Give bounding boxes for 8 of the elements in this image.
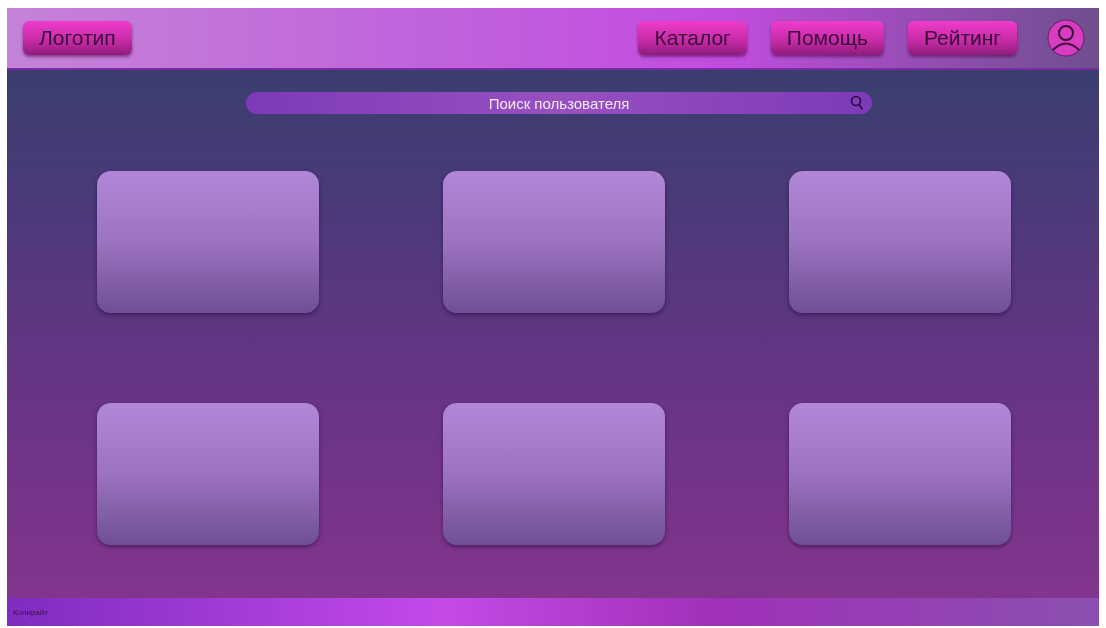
search-field[interactable]: Поиск пользователя [246, 92, 872, 114]
user-icon[interactable] [1047, 19, 1085, 57]
nav-button[interactable]: Каталог [638, 21, 747, 55]
copyright-text: Копирайт [13, 607, 48, 617]
logo-button[interactable]: Логотип [23, 21, 132, 55]
nav-button[interactable]: Помощь [770, 21, 884, 55]
nav-button[interactable]: Рейтинг [907, 21, 1017, 55]
search-icon[interactable] [850, 95, 864, 111]
